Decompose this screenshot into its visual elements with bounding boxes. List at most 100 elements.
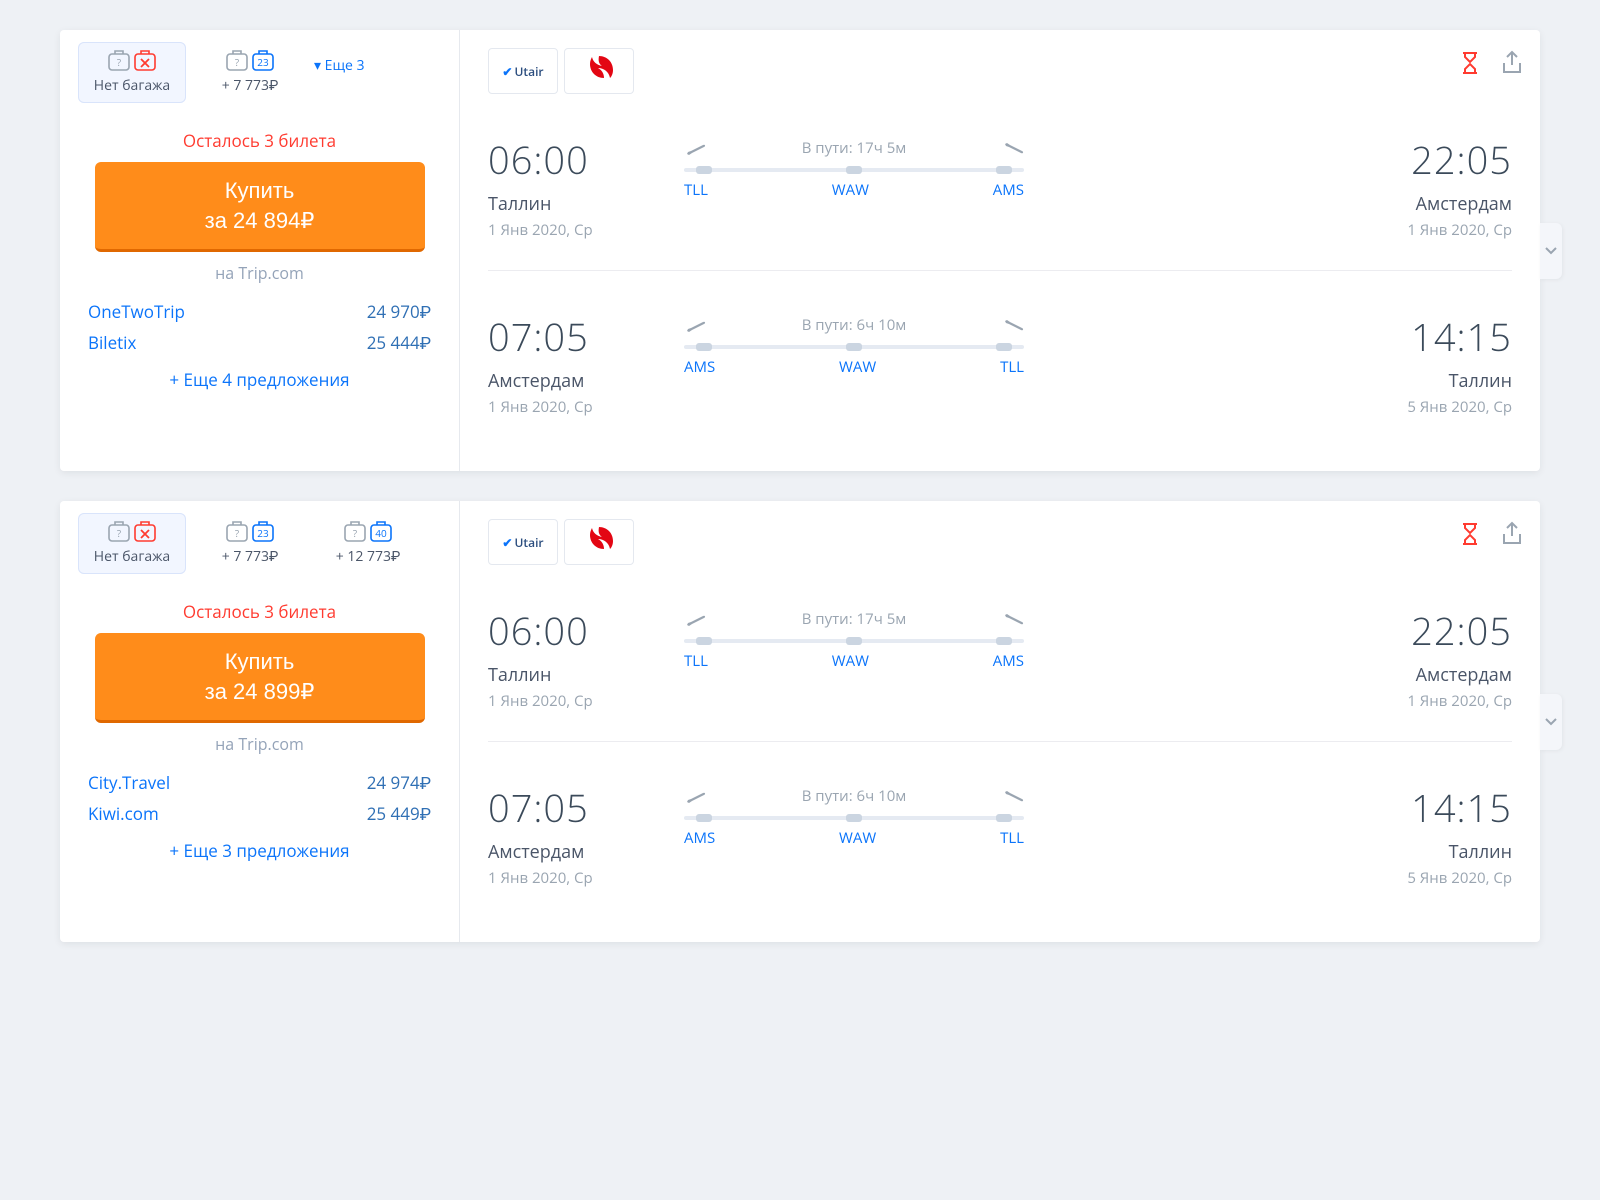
baggage-tab-none[interactable]: ? Нет багажа bbox=[78, 42, 186, 103]
route: В пути: 6ч 10м AMS WAW TLL bbox=[684, 311, 1024, 377]
alternate-offers: City.Travel 24 974₽ Kiwi.com 25 449₽ bbox=[78, 767, 441, 829]
baggage-tab-40kg[interactable]: ? 40 + 12 773₽ bbox=[314, 513, 422, 574]
baggage-kg-icon: 23 bbox=[252, 48, 274, 72]
plane-takeoff-icon bbox=[684, 611, 706, 627]
alt-offer-price: 25 444₽ bbox=[367, 331, 431, 354]
share-icon[interactable] bbox=[1500, 521, 1524, 547]
arr-city: Амстердам bbox=[1342, 192, 1512, 216]
departure: 06:00 Таллин 1 Янв 2020, Ср bbox=[488, 134, 658, 240]
arrival: 22:05 Амстердам 1 Янв 2020, Ср bbox=[1342, 605, 1512, 711]
departure: 07:05 Амстердам 1 Янв 2020, Ср bbox=[488, 311, 658, 417]
alt-offer-name[interactable]: OneTwoTrip bbox=[88, 300, 185, 323]
airport-code[interactable]: WAW bbox=[839, 357, 876, 377]
dep-date: 1 Янв 2020, Ср bbox=[488, 868, 658, 888]
expand-handle[interactable] bbox=[1540, 223, 1562, 279]
airport-code[interactable]: AMS bbox=[993, 651, 1024, 671]
price-panel: ? Нет багажа ? 23 + 7 773₽ ▾ Еще 3 Остал… bbox=[60, 30, 460, 471]
no-baggage-icon bbox=[134, 48, 156, 72]
buy-line2: за 24 894₽ bbox=[205, 208, 315, 233]
hourglass-icon bbox=[1460, 522, 1480, 546]
buy-button[interactable]: Купить за 24 899₽ bbox=[95, 633, 425, 723]
airport-code[interactable]: AMS bbox=[684, 828, 715, 848]
buy-on-label: на Trip.com bbox=[78, 262, 441, 284]
arrival: 22:05 Амстердам 1 Янв 2020, Ср bbox=[1342, 134, 1512, 240]
alt-offer-price: 24 974₽ bbox=[367, 771, 431, 794]
alt-offer[interactable]: OneTwoTrip 24 970₽ bbox=[78, 296, 441, 327]
arr-city: Амстердам bbox=[1342, 663, 1512, 687]
buy-button[interactable]: Купить за 24 894₽ bbox=[95, 162, 425, 252]
alt-offer[interactable]: City.Travel 24 974₽ bbox=[78, 767, 441, 798]
airport-code[interactable]: TLL bbox=[684, 651, 708, 671]
tickets-left: Осталось 3 билета bbox=[78, 600, 441, 623]
chevron-down-icon bbox=[1545, 716, 1557, 728]
departure: 06:00 Таллин 1 Янв 2020, Ср bbox=[488, 605, 658, 711]
airport-code[interactable]: TLL bbox=[1000, 828, 1024, 848]
alt-offer[interactable]: Biletix 25 444₽ bbox=[78, 327, 441, 358]
route: В пути: 17ч 5м TLL WAW AMS bbox=[684, 134, 1024, 200]
hourglass-icon bbox=[1460, 51, 1480, 75]
alt-offer[interactable]: Kiwi.com 25 449₽ bbox=[78, 798, 441, 829]
dep-date: 1 Янв 2020, Ср bbox=[488, 220, 658, 240]
flight-card: ? Нет багажа ? 23 + 7 773₽ ▾ Еще 3 Остал… bbox=[60, 30, 1540, 471]
carryon-icon: ? bbox=[108, 519, 130, 543]
alt-offer-name[interactable]: Biletix bbox=[88, 331, 136, 354]
flight-segment: 07:05 Амстердам 1 Янв 2020, Ср В пути: 6… bbox=[488, 782, 1512, 918]
baggage-tab-none[interactable]: ? Нет багажа bbox=[78, 513, 186, 574]
more-offers-link[interactable]: + Еще 4 предложения bbox=[78, 368, 441, 391]
airport-code[interactable]: WAW bbox=[839, 828, 876, 848]
baggage-tab-label: Нет багажа bbox=[86, 76, 178, 95]
tickets-left: Осталось 3 билета bbox=[78, 129, 441, 152]
alt-offer-price: 24 970₽ bbox=[367, 300, 431, 323]
baggage-tabs: ? Нет багажа ? 23 + 7 773₽ ▾ Еще 3 bbox=[78, 30, 441, 103]
arr-time: 22:05 bbox=[1342, 605, 1512, 657]
alt-offer-name[interactable]: Kiwi.com bbox=[88, 802, 159, 825]
airport-code[interactable]: WAW bbox=[832, 180, 869, 200]
dep-date: 1 Янв 2020, Ср bbox=[488, 397, 658, 417]
airline-logos: ✔Utair bbox=[488, 48, 1512, 94]
svg-text:?: ? bbox=[353, 526, 358, 540]
baggage-tab-label: + 7 773₽ bbox=[204, 76, 296, 95]
airport-code[interactable]: WAW bbox=[832, 651, 869, 671]
route-track bbox=[684, 345, 1024, 349]
alt-offer-name[interactable]: City.Travel bbox=[88, 771, 170, 794]
expand-handle[interactable] bbox=[1540, 694, 1562, 750]
baggage-kg-icon: 40 bbox=[370, 519, 392, 543]
dep-city: Таллин bbox=[488, 663, 658, 687]
arr-city: Таллин bbox=[1342, 369, 1512, 393]
airport-code[interactable]: TLL bbox=[684, 180, 708, 200]
buy-line2: за 24 899₽ bbox=[205, 679, 315, 704]
airline-logo-utair: ✔Utair bbox=[488, 519, 558, 565]
alternate-offers: OneTwoTrip 24 970₽ Biletix 25 444₽ bbox=[78, 296, 441, 358]
airline-logo-utair: ✔Utair bbox=[488, 48, 558, 94]
dep-time: 06:00 bbox=[488, 605, 658, 657]
baggage-tab-23kg[interactable]: ? 23 + 7 773₽ bbox=[196, 513, 304, 574]
flight-segment: 06:00 Таллин 1 Янв 2020, Ср В пути: 17ч … bbox=[488, 605, 1512, 742]
baggage-more-link[interactable]: ▾ Еще 3 bbox=[314, 42, 365, 75]
plane-landing-icon bbox=[1002, 140, 1024, 156]
dep-time: 07:05 bbox=[488, 311, 658, 363]
alt-offer-price: 25 449₽ bbox=[367, 802, 431, 825]
baggage-tab-23kg[interactable]: ? 23 + 7 773₽ bbox=[196, 42, 304, 103]
airport-code[interactable]: AMS bbox=[993, 180, 1024, 200]
baggage-tab-label: + 7 773₽ bbox=[204, 547, 296, 566]
route: В пути: 6ч 10м AMS WAW TLL bbox=[684, 782, 1024, 848]
flight-segment: 06:00 Таллин 1 Янв 2020, Ср В пути: 17ч … bbox=[488, 134, 1512, 271]
buy-line1: Купить bbox=[225, 649, 295, 674]
airport-code[interactable]: TLL bbox=[1000, 357, 1024, 377]
airline-logo-redbird bbox=[564, 519, 634, 565]
share-icon[interactable] bbox=[1500, 50, 1524, 76]
arr-time: 22:05 bbox=[1342, 134, 1512, 186]
baggage-tabs: ? Нет багажа ? 23 + 7 773₽ ? 40 + 12 773… bbox=[78, 501, 441, 574]
arr-time: 14:15 bbox=[1342, 782, 1512, 834]
baggage-tab-label: Нет багажа bbox=[86, 547, 178, 566]
buy-on-label: на Trip.com bbox=[78, 733, 441, 755]
airport-code[interactable]: AMS bbox=[684, 357, 715, 377]
dep-city: Таллин bbox=[488, 192, 658, 216]
carryon-icon: ? bbox=[108, 48, 130, 72]
route-track bbox=[684, 168, 1024, 172]
arr-date: 1 Янв 2020, Ср bbox=[1342, 691, 1512, 711]
svg-text:?: ? bbox=[235, 55, 240, 69]
more-offers-link[interactable]: + Еще 3 предложения bbox=[78, 839, 441, 862]
baggage-tab-label: + 12 773₽ bbox=[322, 547, 414, 566]
flight-details: ✔Utair 06:00 Таллин 1 Янв 2020, Ср В пут… bbox=[460, 30, 1540, 471]
